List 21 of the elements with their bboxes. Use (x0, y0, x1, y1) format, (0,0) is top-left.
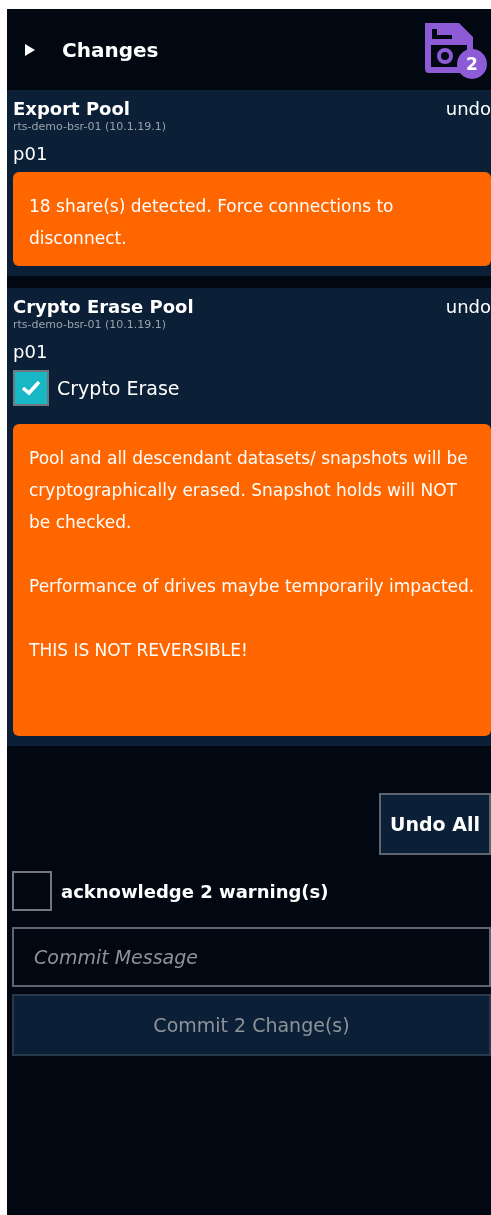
warning-text: 18 share(s) detected. Force connections to disconnect. (29, 195, 395, 250)
warning-text: THIS IS NOT REVERSIBLE! (29, 639, 249, 662)
checkbox-label: acknowledge 2 warning(s) (61, 880, 329, 902)
expand-triangle-icon[interactable] (24, 42, 36, 57)
change-title: Export Pool (13, 98, 130, 119)
pool-name: p01 (13, 143, 49, 164)
undo-all-button[interactable]: Undo All (379, 793, 491, 855)
host-label: rts-demo-bsr-01 (10.1.19.1) (13, 120, 167, 133)
checkbox[interactable] (12, 871, 52, 911)
undo-link[interactable]: undo (445, 98, 491, 119)
checkbox-label: Crypto Erase (57, 377, 180, 399)
check-icon (21, 380, 41, 396)
checkbox[interactable] (13, 370, 49, 406)
pool-name: p01 (13, 341, 49, 362)
change-title: Crypto Erase Pool (13, 296, 194, 317)
commit-message-field[interactable]: Commit Message (12, 927, 491, 987)
warning-text: Performance of drives maybe temporarily impacted. (29, 575, 476, 598)
host-label: rts-demo-bsr-01 (10.1.19.1) (13, 318, 167, 331)
undo-link[interactable]: undo (445, 296, 491, 317)
panel-title: Changes (62, 37, 159, 62)
warning-text: Pool and all descendant datasets/ snapshots will be cryptographically erased. Snapshot holds will NOT be checked. (29, 447, 469, 534)
